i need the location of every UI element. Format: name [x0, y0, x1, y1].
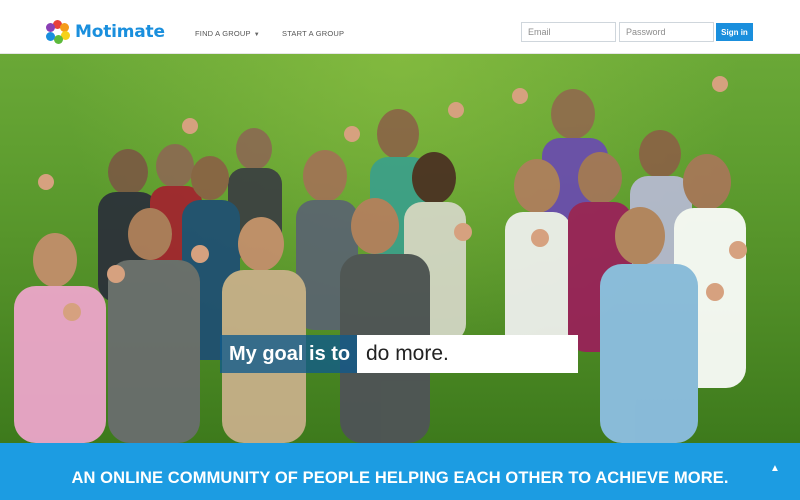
hero-section: My goal is to do more. [0, 54, 800, 443]
email-field[interactable] [521, 22, 616, 42]
goal-prefix-label: My goal is to [220, 335, 357, 373]
nav-start-a-group[interactable]: START A GROUP [282, 29, 344, 38]
goal-statement: My goal is to do more. [220, 335, 578, 373]
site-header: Motimate FIND A GROUP▼ START A GROUP Sig… [0, 0, 800, 54]
password-field[interactable] [619, 22, 714, 42]
brand-logo[interactable]: Motimate [46, 20, 165, 44]
sign-in-button[interactable]: Sign in [716, 23, 753, 41]
goal-input[interactable]: do more. [357, 335, 578, 373]
nav-start-a-group-label: START A GROUP [282, 29, 345, 38]
tagline-text: AN ONLINE COMMUNITY OF PEOPLE HELPING EA… [71, 469, 729, 487]
nav-find-a-group[interactable]: FIND A GROUP ▼ [195, 29, 260, 38]
tagline-banner: AN ONLINE COMMUNITY OF PEOPLE HELPING EA… [0, 443, 800, 500]
brand-name: Motimate [75, 22, 165, 42]
nav-find-a-group-label: FIND A GROUP [195, 29, 251, 38]
chevron-down-icon: ▼ [253, 32, 260, 38]
chevron-up-icon[interactable]: ▲ [768, 462, 782, 476]
circle-of-dots-icon [46, 20, 70, 44]
hero-group-photo [14, 76, 747, 443]
